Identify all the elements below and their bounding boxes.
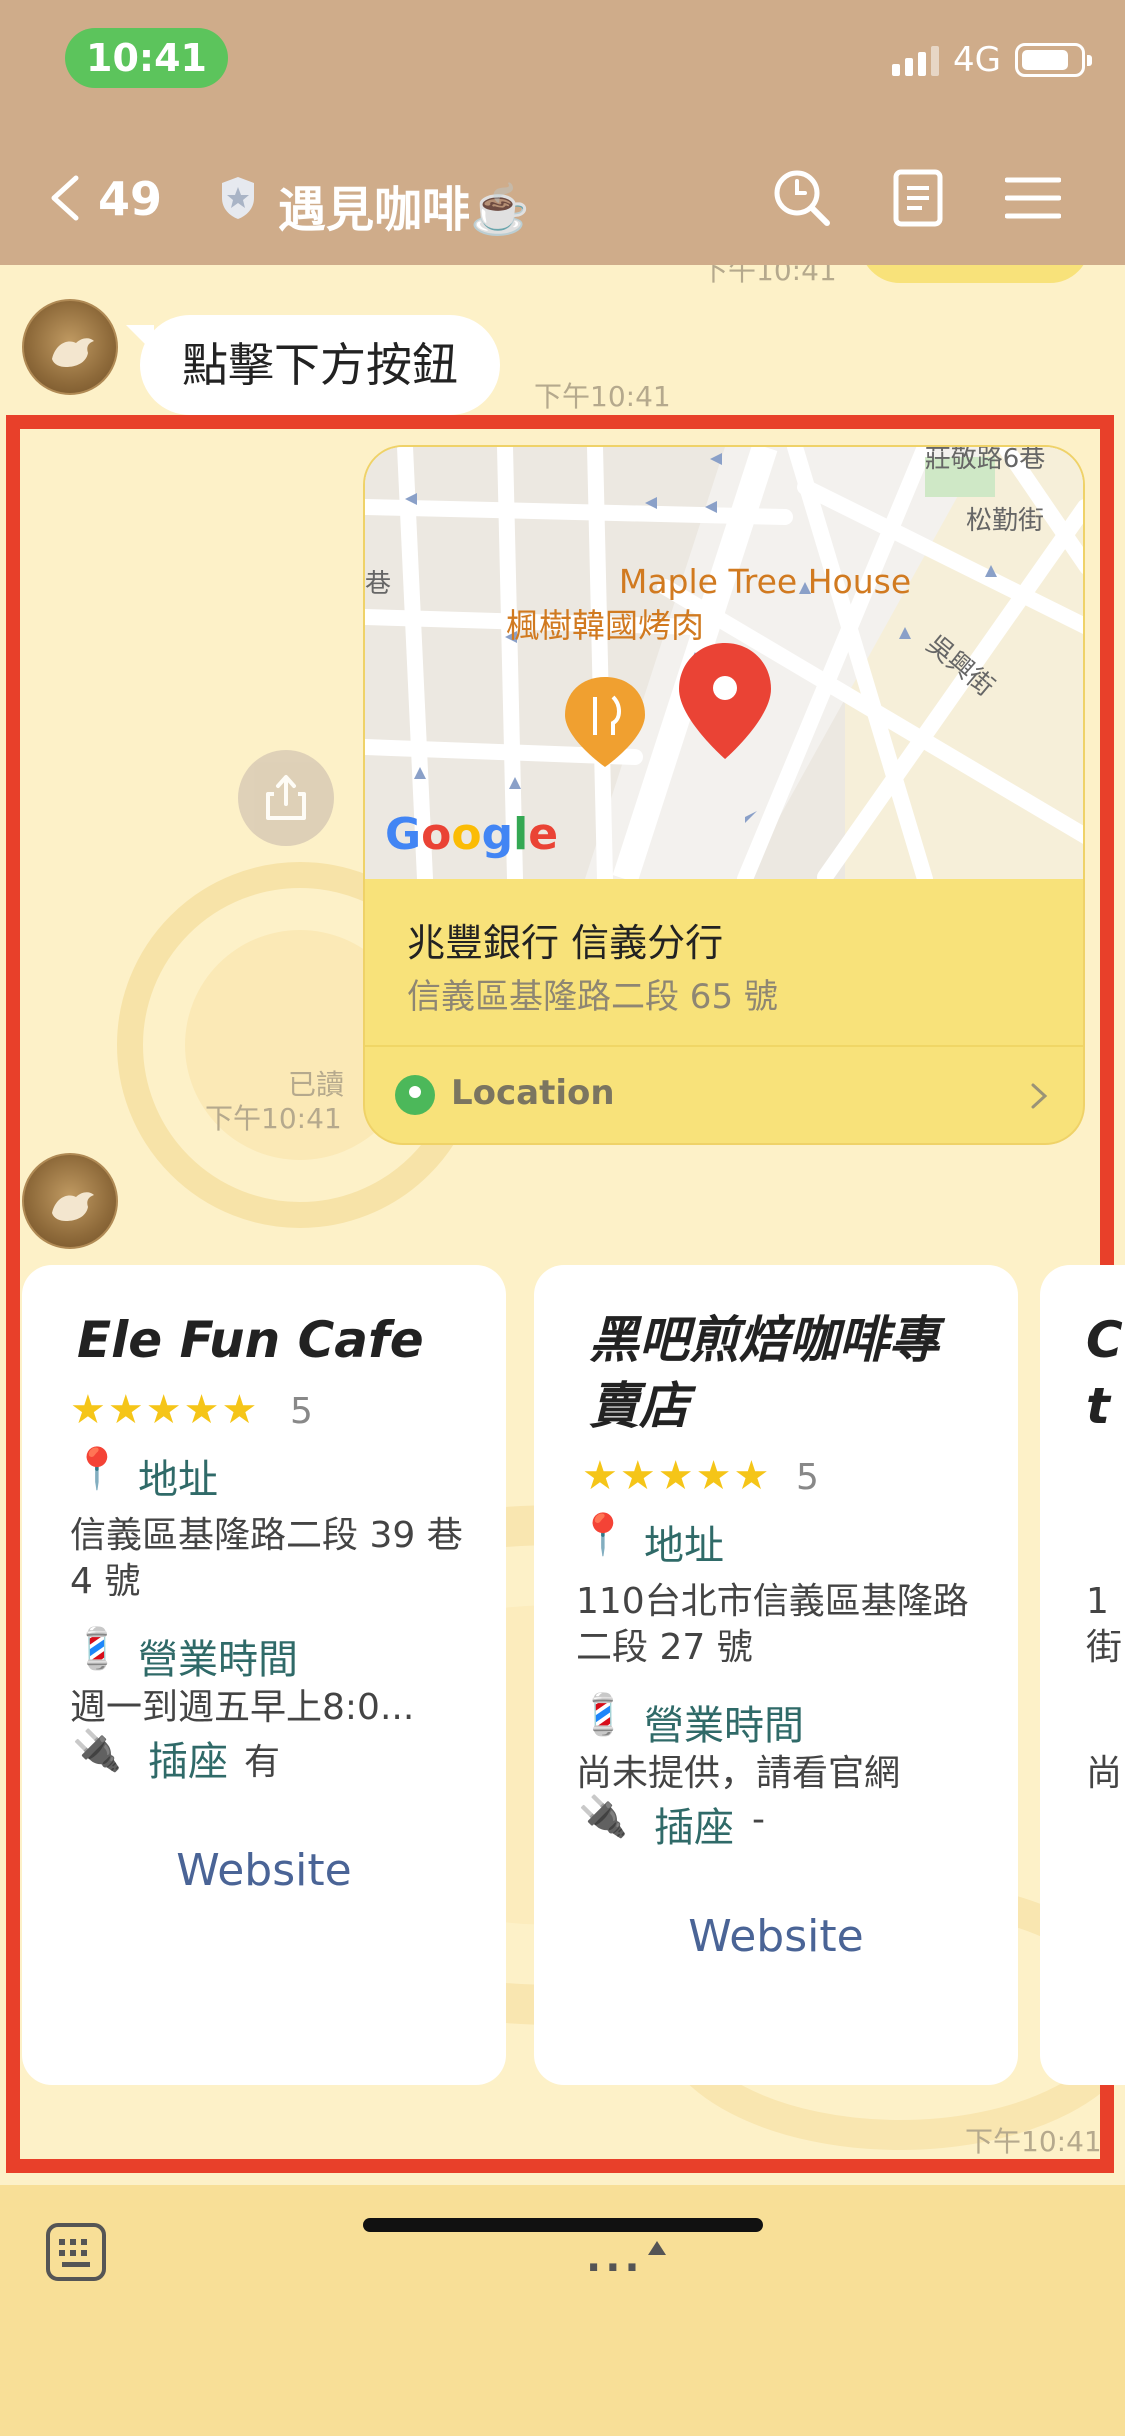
address-text: 110台北市信義區基隆路二段 27 號 <box>576 1581 969 1668</box>
chat-header: 10:41 4G 49 遇見咖啡☕️ <box>0 0 1125 265</box>
google-logo: Google <box>385 809 558 860</box>
status-time: 10:41 <box>65 28 228 88</box>
pin-icon: 📍 <box>72 1446 122 1492</box>
address-text: 1 <box>1086 1581 1109 1622</box>
shield-icon <box>222 177 254 219</box>
chat-area[interactable]: 下午10:41 點擊下方按鈕 下午10:41 已讀 下午10:41 Maple … <box>0 265 1125 2185</box>
rating-value: 5 <box>290 1391 313 1432</box>
message-time: 下午10:41 <box>700 265 837 287</box>
hours-text: 週一到週五早上8:0... <box>70 1687 415 1728</box>
hours-text: 尚 <box>1086 1753 1123 1794</box>
place-name: 兆豐銀行 信義分行 <box>407 921 724 965</box>
pin-icon: 📍 <box>578 1512 628 1558</box>
unread-count[interactable]: 49 <box>98 172 162 226</box>
status-indicators: 4G <box>892 40 1092 80</box>
rating-value: 5 <box>796 1457 819 1498</box>
notes-icon[interactable] <box>892 168 944 228</box>
cafe-name: 黑吧煎焙咖啡專賣店 <box>589 1311 939 1435</box>
message-time: 下午10:41 <box>965 2125 1102 2158</box>
cafe-name: Ele Fun Cafe <box>77 1311 424 1369</box>
nav-bar: 49 遇見咖啡☕️ <box>0 160 1125 238</box>
outlet-value: - <box>752 1799 765 1840</box>
search-icon[interactable] <box>770 166 832 228</box>
map-label-lane: 巷 <box>365 569 391 599</box>
cafe-name: t <box>1086 1377 1110 1435</box>
barber-pole-icon: 💈 <box>578 1692 628 1738</box>
map-label-restaurant-en: Maple Tree House <box>619 562 911 601</box>
location-action[interactable]: Location <box>365 1047 1083 1143</box>
chevron-right-icon <box>1031 1083 1048 1109</box>
message-time: 下午10:41 <box>205 1102 342 1135</box>
menu-icon[interactable] <box>1005 174 1061 222</box>
home-indicator <box>363 2218 763 2232</box>
cafe-card[interactable]: C t 1 街 尚 <box>1040 1265 1125 2085</box>
location-label: Location <box>451 1073 615 1113</box>
star-rating: ★★★★★ <box>582 1453 772 1499</box>
outlet-value: 有 <box>244 1742 281 1783</box>
cafe-name: C <box>1086 1311 1123 1369</box>
avatar[interactable] <box>22 299 118 395</box>
hours-label: 營業時間 <box>138 1637 298 1683</box>
place-address: 信義區基隆路二段 65 號 <box>407 977 778 1017</box>
website-link[interactable]: Website <box>22 1845 506 1896</box>
hours-label: 營業時間 <box>644 1703 804 1749</box>
share-button[interactable] <box>238 750 334 846</box>
map-preview[interactable]: Maple Tree House 楓樹韓國烤肉 莊敬路6巷 松勤街 吳興街 巷 … <box>365 447 1083 879</box>
chat-title[interactable]: 遇見咖啡☕️ <box>278 170 530 240</box>
avatar[interactable] <box>22 1153 118 1249</box>
share-icon <box>266 775 306 820</box>
hours-text: 尚未提供，請看官網 <box>576 1753 901 1794</box>
outlet-label: 插座 <box>148 1739 228 1785</box>
prompt-bubble: 點擊下方按鈕 <box>126 315 500 415</box>
cafe-card[interactable]: Ele Fun Cafe ★★★★★ 5 📍 地址 信義區基隆路二段 39 巷 … <box>22 1265 506 2085</box>
address-label: 地址 <box>138 1457 218 1503</box>
cafe-card[interactable]: 黑吧煎焙咖啡專賣店 ★★★★★ 5 📍 地址 110台北市信義區基隆路二段 27… <box>534 1265 1018 2085</box>
map-label-street: 松勤街 <box>966 506 1044 536</box>
plug-icon: 🔌 <box>72 1728 122 1774</box>
back-icon[interactable] <box>44 174 84 222</box>
signal-icon <box>892 44 940 76</box>
address-text: 信義區基隆路二段 39 巷 4 號 <box>70 1515 463 1602</box>
map-label-street: 莊敬路6巷 <box>925 447 1046 474</box>
plug-icon: 🔌 <box>578 1794 628 1840</box>
battery-icon <box>1015 43 1092 77</box>
website-link[interactable]: Website <box>534 1911 1018 1962</box>
location-card[interactable]: Maple Tree House 楓樹韓國烤肉 莊敬路6巷 松勤街 吳興街 巷 … <box>363 445 1085 1145</box>
network-type: 4G <box>953 40 1001 80</box>
location-pin-icon <box>395 1075 435 1115</box>
message-time: 下午10:41 <box>534 380 671 413</box>
address-text: 街 <box>1086 1627 1123 1668</box>
previous-bubble <box>860 265 1090 283</box>
caret-up-icon[interactable] <box>648 2241 666 2255</box>
star-rating: ★★★★★ <box>70 1387 260 1433</box>
outlet-label: 插座 <box>654 1805 734 1851</box>
more-button[interactable]: ... <box>586 2235 644 2281</box>
map-label-restaurant-zh: 楓樹韓國烤肉 <box>506 606 704 645</box>
address-label: 地址 <box>644 1523 724 1569</box>
barber-pole-icon: 💈 <box>72 1626 122 1672</box>
keyboard-icon[interactable] <box>44 2221 108 2283</box>
